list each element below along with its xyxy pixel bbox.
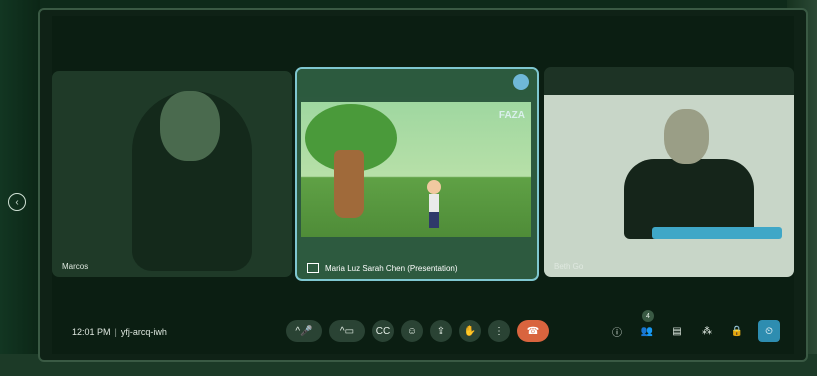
camera-icon[interactable]: ▭: [345, 326, 354, 337]
raise-hand-button[interactable]: ✋: [459, 320, 481, 342]
present-screen-icon: [307, 263, 319, 273]
participant-name-right: Beth Go: [554, 262, 584, 271]
photo-edge-left: [0, 0, 40, 376]
microphone-icon[interactable]: 🎤: [300, 326, 312, 337]
meeting-time: 12:01 PM: [72, 327, 111, 337]
cartoon-boy: [427, 180, 441, 230]
end-call-button[interactable]: ☎: [517, 320, 549, 342]
people-count-badge: 4: [642, 310, 654, 322]
more-options-button[interactable]: ⋮: [488, 320, 510, 342]
present-button[interactable]: ⇪: [430, 320, 452, 342]
tree-trunk: [334, 150, 364, 218]
activities-icon[interactable]: ⁂: [698, 322, 716, 340]
call-controls-bar: 12:01 PM | yfj-arcq-iwh ^ 🎤 ^ ▭ CC ☺ ⇪ ✋ ⋮…: [52, 310, 794, 354]
separator: |: [114, 327, 117, 337]
host-controls-icon[interactable]: 🔒: [728, 322, 746, 340]
participant-video: [624, 109, 754, 239]
emoji-button[interactable]: ☺: [401, 320, 423, 342]
right-controls: ⓘ 4 👥 ▤ ⁂ 🔒 ⏲: [608, 310, 780, 342]
presentation-header: [297, 69, 537, 97]
participant-name-left: Marcos: [62, 262, 89, 271]
mic-button[interactable]: ^ 🎤: [286, 320, 322, 342]
captions-button[interactable]: CC: [372, 320, 394, 342]
participant-video: [132, 91, 252, 271]
meeting-code: yfj-arcq-iwh: [120, 327, 167, 337]
camera-button[interactable]: ^ ▭: [329, 320, 365, 342]
previous-arrow-icon[interactable]: ‹: [8, 193, 26, 211]
presentation-label: Maria Luz Sarah Chen (Presentation): [307, 263, 458, 273]
audio-indicator-icon: [513, 74, 529, 90]
participant-tile-right[interactable]: Beth Go: [544, 67, 794, 277]
presentation-slide: FAZA: [301, 102, 531, 237]
people-icon[interactable]: 👥: [641, 326, 653, 337]
participant-head: [664, 109, 709, 164]
presentation-title: Maria Luz Sarah Chen (Presentation): [325, 263, 458, 273]
meeting-details: 12:01 PM | yfj-arcq-iwh: [72, 327, 167, 337]
monitor: Marcos FAZA Maria Luz Sarah Chen (Presen…: [38, 8, 808, 362]
chat-icon[interactable]: ▤: [668, 322, 686, 340]
slide-brand-logo: FAZA: [498, 110, 525, 121]
participant-tile-left[interactable]: Marcos: [52, 71, 292, 277]
presentation-tile[interactable]: FAZA Maria Luz Sarah Chen (Presentation): [295, 67, 539, 281]
info-icon[interactable]: ⓘ: [608, 322, 626, 340]
meet-screen: Marcos FAZA Maria Luz Sarah Chen (Presen…: [52, 16, 794, 354]
participant-head: [160, 91, 220, 161]
people-button[interactable]: 4 👥: [638, 310, 656, 340]
laptop: [652, 227, 782, 239]
center-controls: ^ 🎤 ^ ▭ CC ☺ ⇪ ✋ ⋮ ☎: [286, 320, 549, 342]
clock-icon[interactable]: ⏲: [758, 320, 780, 342]
